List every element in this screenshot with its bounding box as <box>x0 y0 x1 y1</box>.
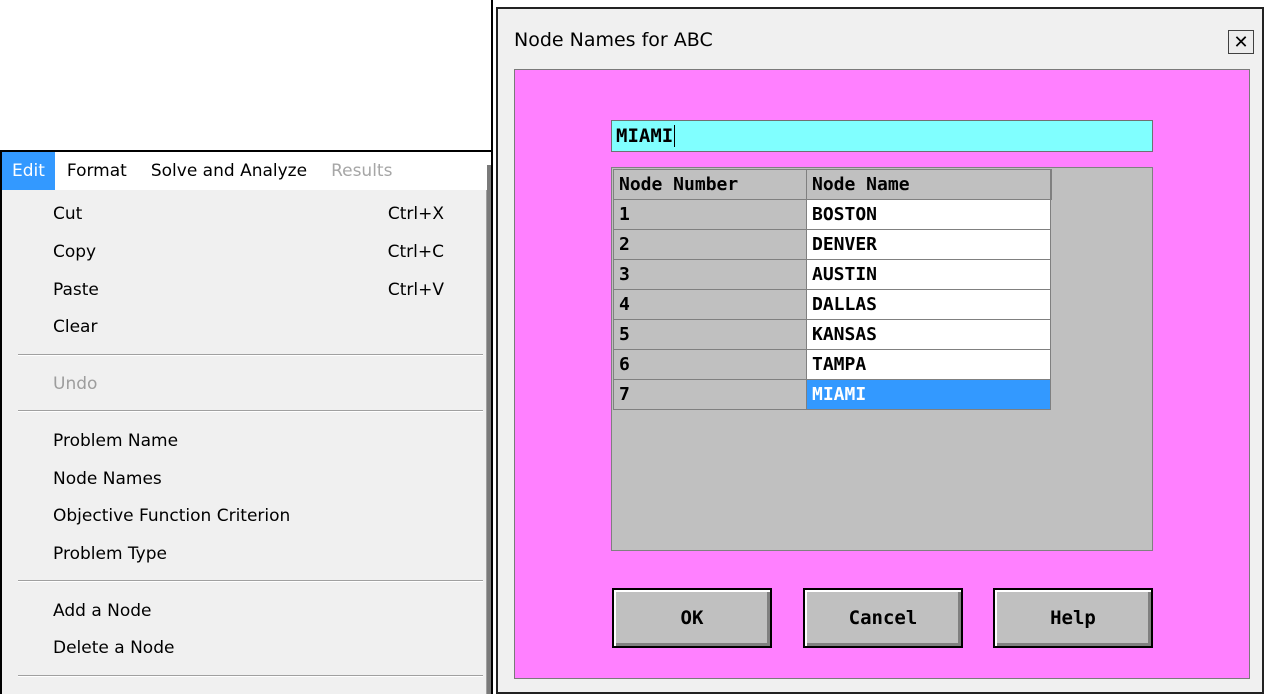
menu-item-label: Undo <box>53 374 98 394</box>
table-row[interactable]: 2 DENVER <box>613 229 1051 260</box>
menu-separator <box>18 675 483 677</box>
menu-item-delete-node[interactable]: Delete a Node <box>53 633 466 663</box>
menu-format[interactable]: Format <box>55 152 139 190</box>
node-number-cell: 5 <box>613 319 807 350</box>
node-number-cell: 6 <box>613 349 807 380</box>
node-names-grid[interactable]: Node Number Node Name 1 BOSTON 2 DENVER 3 AUS… <box>611 167 1153 551</box>
menu-separator <box>18 580 483 582</box>
node-name-cell[interactable]: DENVER <box>806 229 1051 260</box>
node-name-cell[interactable]: MIAMI <box>806 379 1051 410</box>
node-name-cell[interactable]: KANSAS <box>806 319 1051 350</box>
table-row[interactable]: 7 MIAMI <box>613 379 1051 410</box>
node-number-cell: 2 <box>613 229 807 260</box>
menu-separator <box>18 354 483 356</box>
menu-item-copy[interactable]: Copy Ctrl+C <box>53 237 466 267</box>
table-row[interactable]: 1 BOSTON <box>613 199 1051 230</box>
node-name-cell[interactable]: AUSTIN <box>806 259 1051 290</box>
menu-item-node-names[interactable]: Node Names <box>53 464 466 494</box>
menu-item-label: Cut <box>53 204 83 224</box>
ok-button[interactable]: OK <box>612 588 772 648</box>
close-button[interactable]: ✕ <box>1228 30 1254 54</box>
divider <box>491 0 493 694</box>
dialog-title: Node Names for ABC <box>514 29 713 51</box>
node-number-cell: 4 <box>613 289 807 320</box>
menu-item-shortcut: Ctrl+C <box>387 242 444 262</box>
menu-item-label: Paste <box>53 280 99 300</box>
menu-separator <box>18 410 483 412</box>
close-icon: ✕ <box>1233 31 1249 53</box>
menu-item-label: Add a Node <box>53 601 152 621</box>
edit-field-value: MIAMI <box>616 125 674 147</box>
cancel-button[interactable]: Cancel <box>803 588 963 648</box>
node-names-dialog: Node Names for ABC ✕ MIAMI Node Number N… <box>496 7 1264 694</box>
menu-item-label: Problem Name <box>53 431 179 451</box>
menu-item-label: Copy <box>53 242 97 262</box>
table-row[interactable]: 4 DALLAS <box>613 289 1051 320</box>
menu-item-cut[interactable]: Cut Ctrl+X <box>53 199 466 229</box>
menu-item-undo: Undo <box>53 369 466 399</box>
dialog-client-area: MIAMI Node Number Node Name 1 BOSTON 2 DENV… <box>514 69 1250 679</box>
menu-item-label: Node Names <box>53 469 162 489</box>
menu-solve-and-analyze[interactable]: Solve and Analyze <box>139 152 319 190</box>
node-name-cell[interactable]: TAMPA <box>806 349 1051 380</box>
menu-bar: Edit Format Solve and Analyze Results <box>0 150 491 190</box>
menu-edit[interactable]: Edit <box>2 152 55 190</box>
node-number-cell: 1 <box>613 199 807 230</box>
node-name-cell[interactable]: DALLAS <box>806 289 1051 320</box>
menu-item-clear[interactable]: Clear <box>53 312 466 342</box>
text-caret <box>674 125 676 147</box>
column-header-node-name: Node Name <box>806 169 1052 200</box>
node-number-cell: 7 <box>613 379 807 410</box>
column-header-node-number: Node Number <box>613 169 807 200</box>
node-name-cell[interactable]: BOSTON <box>806 199 1051 230</box>
menu-results: Results <box>331 161 393 181</box>
menu-item-label: Objective Function Criterion <box>53 506 291 526</box>
menu-item-problem-type[interactable]: Problem Type <box>53 539 466 569</box>
menu-item-objective-function-criterion[interactable]: Objective Function Criterion <box>53 501 466 531</box>
table-row[interactable]: 3 AUSTIN <box>613 259 1051 290</box>
menu-item-label: Delete a Node <box>53 638 175 658</box>
table-row[interactable]: 5 KANSAS <box>613 319 1051 350</box>
node-table: Node Number Node Name 1 BOSTON 2 DENVER 3 AUS… <box>613 169 1052 410</box>
menu-item-add-node[interactable]: Add a Node <box>53 596 466 626</box>
menu-item-shortcut: Ctrl+V <box>387 280 444 300</box>
menu-item-problem-name[interactable]: Problem Name <box>53 426 466 456</box>
edit-dropdown: Cut Ctrl+X Copy Ctrl+C Paste Ctrl+V Clea… <box>0 190 487 694</box>
help-button[interactable]: Help <box>993 588 1153 648</box>
menu-item-shortcut: Ctrl+X <box>387 204 444 224</box>
menu-item-paste[interactable]: Paste Ctrl+V <box>53 275 466 305</box>
dialog-titlebar[interactable]: Node Names for ABC ✕ <box>498 9 1262 67</box>
menu-item-label: Problem Type <box>53 544 167 564</box>
table-row[interactable]: 6 TAMPA <box>613 349 1051 380</box>
menu-item-label: Clear <box>53 317 98 337</box>
node-name-edit-field[interactable]: MIAMI <box>611 120 1153 152</box>
node-number-cell: 3 <box>613 259 807 290</box>
edit-menu-panel: Edit Format Solve and Analyze Results Cu… <box>0 150 491 694</box>
